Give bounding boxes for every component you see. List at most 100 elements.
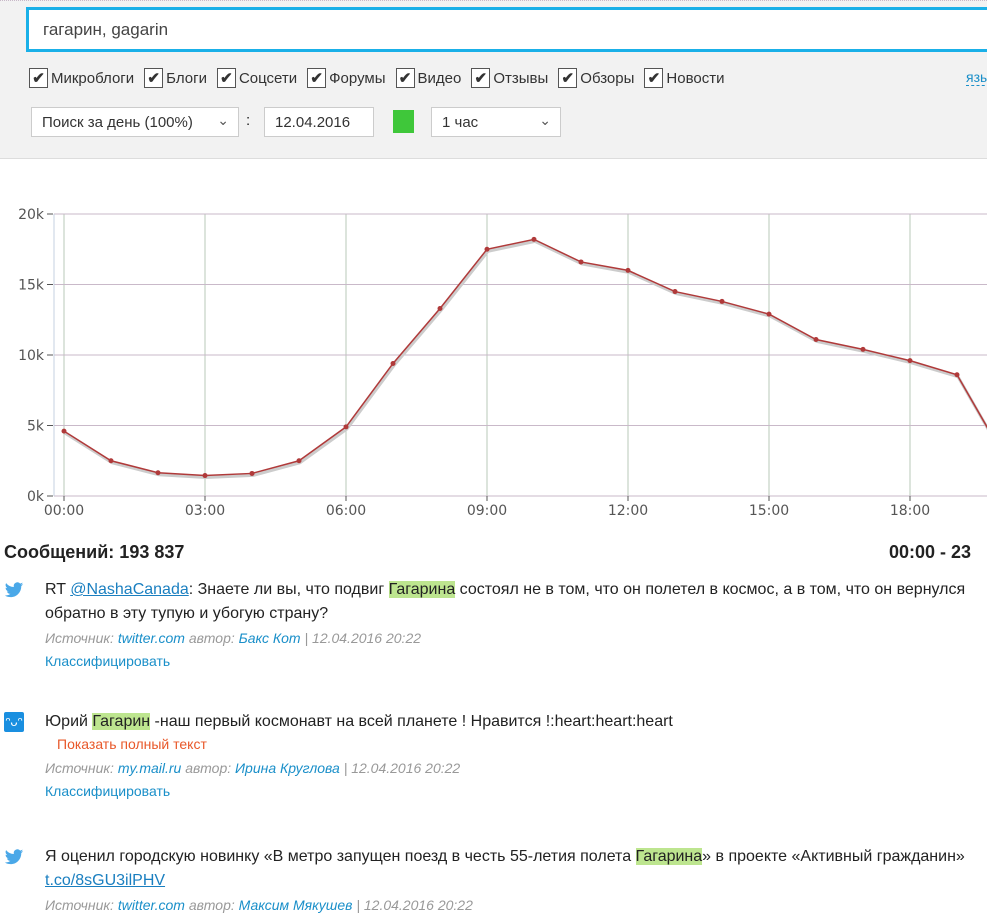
color-swatch[interactable] bbox=[393, 110, 414, 133]
post-link[interactable]: @NashaCanada bbox=[70, 581, 189, 598]
data-point bbox=[954, 372, 960, 378]
data-point bbox=[813, 336, 819, 342]
filter-checkbox[interactable]: ✔ Блоги bbox=[144, 68, 207, 88]
filter-checkbox[interactable]: ✔ Микроблоги bbox=[29, 68, 134, 88]
data-point bbox=[766, 311, 772, 317]
checkmark-icon[interactable]: ✔ bbox=[216, 68, 236, 88]
post-date: | 12.04.2016 20:22 bbox=[356, 897, 473, 913]
post-text: RT bbox=[45, 581, 71, 598]
data-point bbox=[202, 473, 208, 479]
post-body: Юрий Гагарин -наш первый космонавт на вс… bbox=[45, 710, 987, 734]
post-meta: Источник: my.mail.ru автор: Ирина Кругло… bbox=[45, 760, 460, 776]
data-point bbox=[108, 458, 114, 464]
data-point bbox=[719, 298, 725, 304]
classify-link[interactable]: Классифицировать bbox=[45, 653, 170, 669]
author-link[interactable]: Ирина Круглова bbox=[235, 760, 340, 776]
period-select[interactable]: Поиск за день (100%) ⌄ bbox=[31, 107, 239, 137]
x-tick-label: 12:00 bbox=[608, 503, 648, 519]
x-tick-label: 03:00 bbox=[185, 503, 225, 519]
filter-checkbox[interactable]: ✔ Видео bbox=[395, 68, 462, 88]
author-link[interactable]: Максим Мякушев bbox=[239, 897, 353, 913]
checkmark-icon[interactable]: ✔ bbox=[644, 68, 664, 88]
mymail-icon: ᵔᴗᵔ bbox=[4, 712, 24, 732]
checkmark-icon[interactable]: ✔ bbox=[395, 68, 415, 88]
data-point bbox=[625, 267, 631, 273]
post-text: : Знаете ли вы, что подвиг bbox=[188, 581, 389, 598]
post-meta: Источник: twitter.com автор: Максим Мяку… bbox=[45, 897, 473, 913]
checkmark-icon[interactable]: ✔ bbox=[29, 68, 48, 88]
date-input[interactable]: 12.04.2016 bbox=[264, 107, 374, 137]
filter-checkbox[interactable]: ✔ Обзоры bbox=[558, 68, 634, 88]
y-tick-label: 20k bbox=[18, 207, 45, 223]
y-tick-label: 15k bbox=[18, 278, 45, 294]
checkmark-icon[interactable]: ✔ bbox=[307, 68, 327, 88]
post-body: RT @NashaCanada: Знаете ли вы, что подви… bbox=[45, 578, 987, 626]
filter-label: Форумы bbox=[329, 69, 386, 87]
messages-chart: 0k 5k 10k 15k 20k 00:00 03:00 06:00 09:00 12:00 15… bbox=[18, 207, 987, 519]
search-input[interactable]: гагарин, gagarin bbox=[26, 7, 987, 52]
author-label: автор: bbox=[188, 897, 235, 913]
data-point bbox=[907, 358, 913, 364]
data-point bbox=[437, 305, 443, 311]
data-point bbox=[61, 428, 67, 434]
data-point bbox=[296, 458, 302, 464]
highlight-term: Гагарин bbox=[92, 713, 151, 730]
x-tick-label: 00:00 bbox=[44, 503, 84, 519]
highlight-term: Гагарина bbox=[635, 848, 703, 865]
interval-select[interactable]: 1 час ⌄ bbox=[431, 107, 561, 137]
checkmark-icon[interactable]: ✔ bbox=[144, 68, 164, 88]
data-point bbox=[390, 360, 396, 366]
post-meta: Источник: twitter.com автор: Бакс Кот | … bbox=[45, 630, 421, 646]
post-date: | 12.04.2016 20:22 bbox=[304, 630, 422, 646]
post-text: Я оценил городскую новинку «В метро запу… bbox=[45, 848, 636, 865]
post-link[interactable]: t.co/8sGU3ilPHV bbox=[45, 872, 165, 889]
classify-link[interactable]: Классифицировать bbox=[45, 783, 170, 799]
y-tick-label: 5k bbox=[27, 419, 45, 435]
filter-label: Блоги bbox=[166, 69, 207, 87]
filter-label: Новости bbox=[666, 69, 725, 87]
source-label: Источник: bbox=[45, 630, 114, 646]
filter-checkbox[interactable]: ✔ Отзывы bbox=[471, 68, 548, 88]
x-tick-label: 06:00 bbox=[326, 503, 366, 519]
filter-label: Микроблоги bbox=[51, 69, 135, 87]
highlight-term: Гагарина bbox=[388, 581, 456, 598]
data-point bbox=[343, 424, 349, 430]
series-line bbox=[63, 238, 987, 477]
x-tick-label: 18:00 bbox=[890, 503, 930, 519]
separator: : bbox=[246, 112, 251, 129]
source-link[interactable]: twitter.com bbox=[118, 897, 185, 913]
series-shadow bbox=[64, 239, 987, 480]
language-link[interactable]: язы bbox=[966, 69, 987, 86]
data-point bbox=[484, 246, 490, 252]
source-filters: ✔ Микроблоги ✔ Блоги ✔ Соцсети ✔ Форумы ✔ Видео ✔ О… bbox=[29, 68, 734, 88]
source-link[interactable]: my.mail.ru bbox=[118, 760, 182, 776]
filter-label: Видео bbox=[417, 69, 462, 87]
source-link[interactable]: twitter.com bbox=[118, 630, 185, 646]
x-tick-label: 09:00 bbox=[467, 503, 507, 519]
message-count: Сообщений: 193 837 bbox=[4, 542, 185, 562]
checkmark-icon[interactable]: ✔ bbox=[471, 68, 491, 88]
chevron-down-icon: ⌄ bbox=[539, 112, 551, 128]
filter-label: Отзывы bbox=[493, 69, 549, 87]
chevron-down-icon: ⌄ bbox=[217, 112, 229, 128]
y-tick-label: 10k bbox=[18, 348, 45, 364]
filter-checkbox[interactable]: ✔ Соцсети bbox=[216, 68, 298, 88]
show-full-text-link[interactable]: Показать полный текст bbox=[57, 736, 207, 752]
source-label: Источник: bbox=[45, 760, 114, 776]
filter-checkbox[interactable]: ✔ Новости bbox=[644, 68, 724, 88]
author-label: автор: bbox=[188, 630, 235, 646]
checkmark-icon[interactable]: ✔ bbox=[558, 68, 578, 88]
twitter-icon bbox=[4, 849, 24, 865]
data-point bbox=[860, 346, 866, 352]
filter-label: Обзоры bbox=[580, 69, 635, 87]
filter-label: Соцсети bbox=[238, 69, 298, 87]
interval-value: 1 час bbox=[442, 114, 479, 131]
author-label: автор: bbox=[185, 760, 232, 776]
data-point bbox=[531, 236, 537, 242]
time-range: 00:00 - 23 bbox=[889, 542, 972, 562]
filter-checkbox[interactable]: ✔ Форумы bbox=[307, 68, 386, 88]
period-value: Поиск за день (100%) bbox=[42, 114, 193, 131]
search-panel: гагарин, gagarin ✔ Микроблоги ✔ Блоги ✔ Соцсе… bbox=[0, 0, 987, 159]
author-link[interactable]: Бакс Кот bbox=[239, 630, 301, 646]
post-text: » в проекте «Активный гражданин» bbox=[702, 848, 965, 865]
